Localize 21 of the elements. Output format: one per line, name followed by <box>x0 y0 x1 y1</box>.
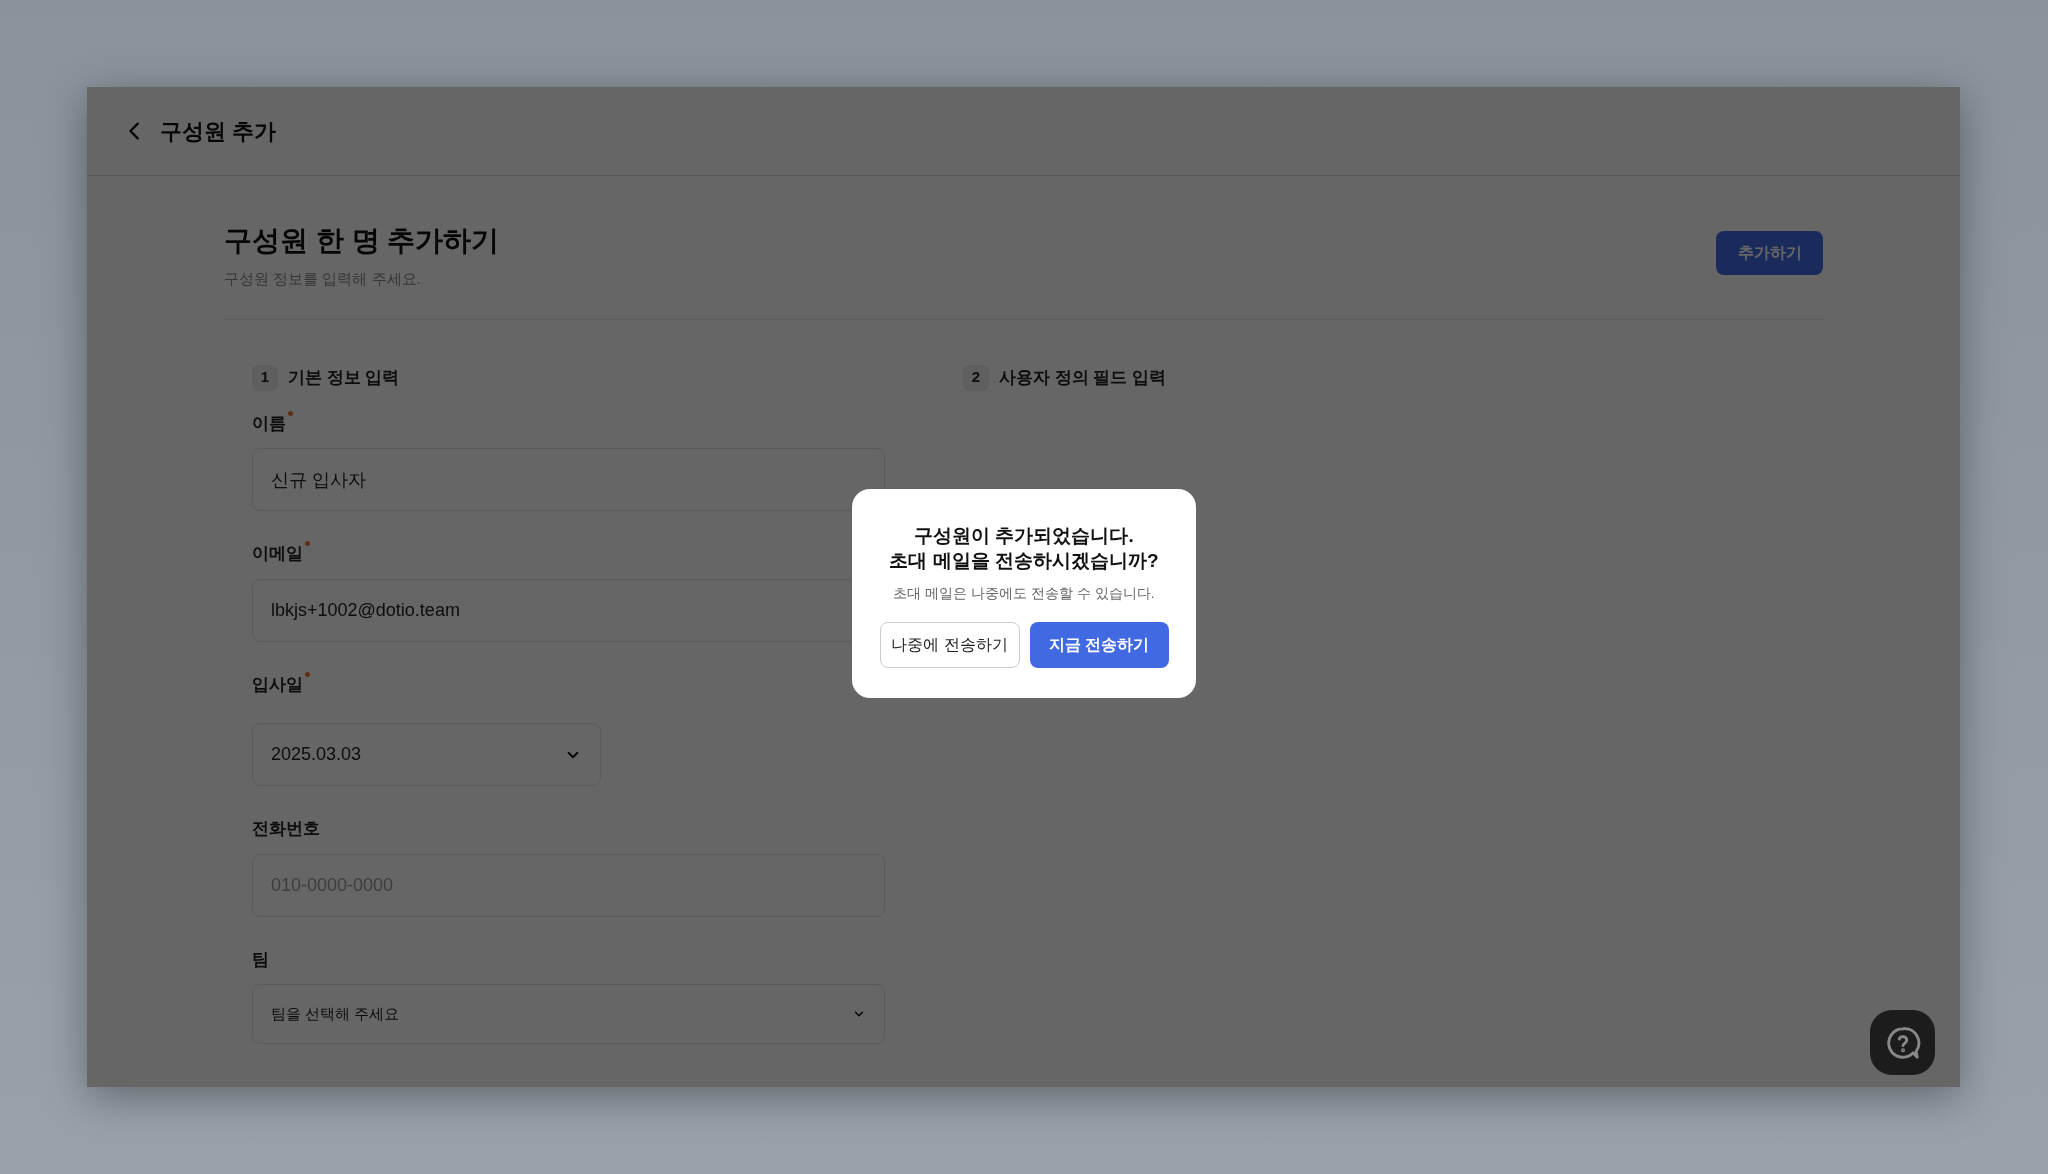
step-label: 기본 정보 입력 <box>288 366 400 389</box>
step-label: 사용자 정의 필드 입력 <box>999 366 1167 389</box>
page-title: 구성원 한 명 추가하기 <box>224 224 500 258</box>
team-select[interactable]: 팀을 선택해 주세요 <box>252 984 885 1044</box>
help-button[interactable] <box>1870 1010 1935 1075</box>
header-title: 구성원 추가 <box>160 117 277 146</box>
dialog-title: 초대 메일을 전송하시겠습니까? <box>889 549 1159 573</box>
send-later-button[interactable]: 나중에 전송하기 <box>879 622 1020 668</box>
field-label: 전화번호 <box>252 818 320 840</box>
date-picker[interactable]: 2025.03.03 <box>252 723 601 786</box>
field-label: 이름 <box>252 412 286 435</box>
field-label: 입사일 <box>252 673 303 696</box>
dialog-title: 구성원이 추가되었습니다. <box>914 524 1134 548</box>
text-field[interactable]: 신규 입사자 <box>252 448 885 511</box>
send-now-button[interactable]: 지금 전송하기 <box>1029 622 1169 668</box>
dialog-message: 초대 메일은 나중에도 전송할 수 있습니다. <box>893 584 1155 603</box>
step-number: 1 <box>252 364 278 391</box>
field-label: 이메일 <box>252 543 303 565</box>
add-button[interactable]: 추가하기 <box>1716 231 1823 275</box>
field-label: 팀 <box>252 948 269 971</box>
step-number: 2 <box>963 364 989 391</box>
